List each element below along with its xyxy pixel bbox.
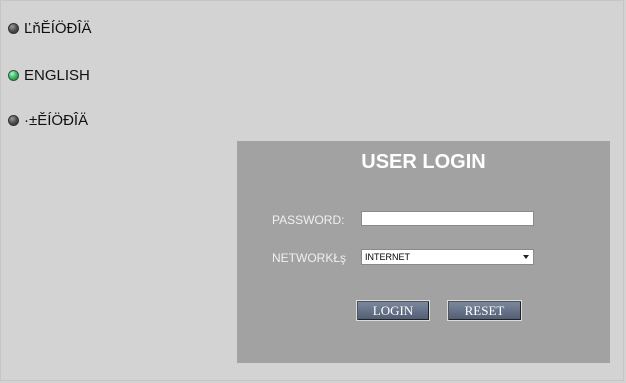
- login-button[interactable]: LOGIN: [356, 300, 430, 321]
- active-indicator-icon: [8, 69, 19, 81]
- language-label: ENGLISH: [24, 66, 90, 84]
- network-selected-value: INTERNET: [365, 252, 410, 262]
- network-label: NETWORKŁş: [272, 251, 347, 265]
- login-title: USER LOGIN: [361, 151, 486, 173]
- language-label: ĽňĔÍÖĐÎÄ: [24, 19, 92, 37]
- network-select[interactable]: INTERNET: [361, 249, 534, 265]
- login-panel: USER LOGIN PASSWORD: NETWORKŁş INTERNET …: [237, 141, 610, 363]
- language-label: ·±ĚÍÖĐÎÄ: [24, 111, 89, 129]
- language-option-3[interactable]: ·±ĚÍÖĐÎÄ: [8, 110, 88, 130]
- language-option-english[interactable]: ENGLISH: [8, 65, 90, 85]
- password-input[interactable]: [361, 211, 534, 226]
- inactive-indicator-icon: [8, 22, 19, 34]
- chevron-down-icon: [523, 255, 529, 259]
- inactive-indicator-icon: [8, 114, 19, 126]
- reset-button[interactable]: RESET: [447, 300, 522, 321]
- language-option-1[interactable]: ĽňĔÍÖĐÎÄ: [8, 18, 92, 38]
- password-label: PASSWORD:: [272, 213, 345, 227]
